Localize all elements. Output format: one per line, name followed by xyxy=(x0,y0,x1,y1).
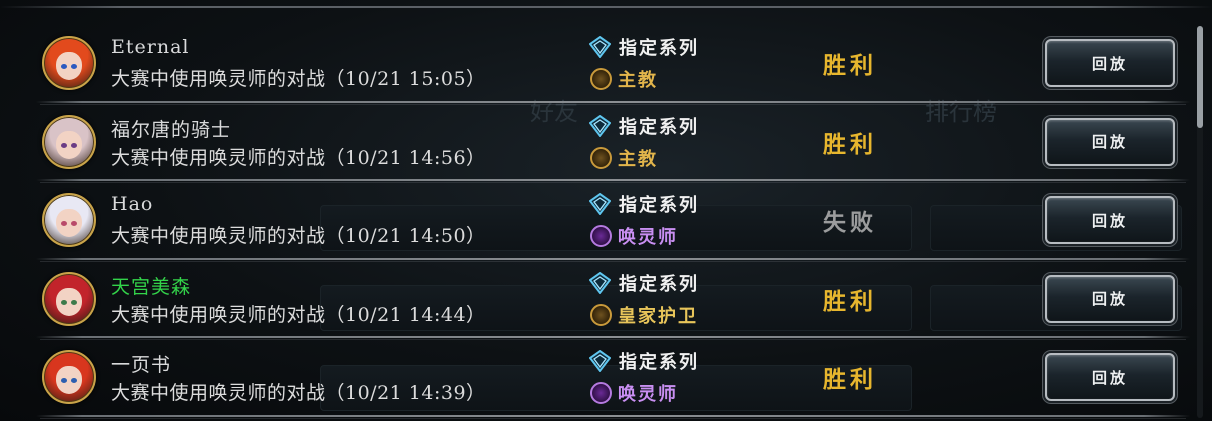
match-row: Hao 大赛中使用唤灵师的对战（10/21 14:50） 指定系列 唤灵师 失败… xyxy=(0,181,1190,262)
match-row: Eternal 大赛中使用唤灵师的对战（10/21 15:05） 指定系列 主教… xyxy=(0,24,1190,105)
royal-guard-icon xyxy=(590,303,612,326)
match-description: 大赛中使用唤灵师的对战（10/21 14:44） xyxy=(111,303,486,326)
replay-button[interactable]: 回放 xyxy=(1045,196,1175,244)
player-avatar[interactable] xyxy=(42,271,96,326)
replay-button[interactable]: 回放 xyxy=(1045,117,1175,166)
player-name: 一页书 xyxy=(111,354,172,376)
match-row: 福尔唐的骑士 大赛中使用唤灵师的对战（10/21 14:56） 指定系列 主教 … xyxy=(0,103,1190,183)
scrollbar[interactable] xyxy=(1197,26,1203,418)
match-description: 大赛中使用唤灵师的对战（10/21 14:39） xyxy=(111,382,486,404)
class-label: 主教 xyxy=(618,148,658,170)
player-name: Eternal xyxy=(111,36,190,58)
player-name: 天宫美森 xyxy=(111,275,192,298)
player-name: 福尔唐的骑士 xyxy=(111,118,232,141)
scrollbar-thumb[interactable] xyxy=(1197,26,1203,128)
summoner-icon xyxy=(590,382,612,404)
avatar-eye xyxy=(61,221,67,226)
class-indicator: 主教 xyxy=(590,145,658,171)
match-result: 失败 xyxy=(823,209,877,236)
replay-button[interactable]: 回放 xyxy=(1045,274,1175,323)
player-name: Hao xyxy=(111,193,154,215)
diamond-shield-icon xyxy=(589,36,611,58)
mode-label: 指定系列 xyxy=(619,195,699,216)
player-avatar[interactable] xyxy=(42,36,96,90)
player-avatar[interactable] xyxy=(42,114,96,169)
summoner-icon xyxy=(590,225,612,247)
avatar-eye xyxy=(61,378,67,383)
match-mode: 指定系列 xyxy=(589,113,699,139)
avatar-eye xyxy=(61,142,67,148)
match-mode: 指定系列 xyxy=(589,191,699,217)
row-divider xyxy=(36,414,1190,419)
diamond-shield-icon xyxy=(589,271,611,294)
avatar-face xyxy=(56,209,82,237)
match-result: 胜利 xyxy=(823,366,877,393)
bishop-icon xyxy=(590,146,612,169)
match-result: 胜利 xyxy=(823,130,877,158)
class-indicator: 皇家护卫 xyxy=(590,302,698,328)
player-avatar[interactable] xyxy=(42,193,96,247)
diamond-shield-icon xyxy=(589,193,611,215)
class-label: 皇家护卫 xyxy=(618,305,698,327)
bishop-icon xyxy=(590,68,612,90)
mode-label: 指定系列 xyxy=(619,38,699,59)
match-mode: 指定系列 xyxy=(589,270,699,296)
avatar-eye xyxy=(61,64,67,69)
match-description: 大赛中使用唤灵师的对战（10/21 14:50） xyxy=(111,225,486,247)
avatar-eye xyxy=(71,221,77,226)
avatar-eye xyxy=(71,64,77,69)
replay-button[interactable]: 回放 xyxy=(1045,39,1175,87)
class-label: 唤灵师 xyxy=(618,384,678,405)
diamond-shield-icon xyxy=(589,350,611,372)
match-result: 胜利 xyxy=(823,52,877,79)
player-avatar[interactable] xyxy=(42,350,96,404)
avatar-face xyxy=(56,130,82,159)
replay-button[interactable]: 回放 xyxy=(1045,353,1175,401)
mode-label: 指定系列 xyxy=(619,273,699,295)
mode-label: 指定系列 xyxy=(619,116,699,138)
class-label: 主教 xyxy=(618,70,658,91)
match-mode: 指定系列 xyxy=(589,34,699,60)
avatar-face xyxy=(56,366,82,394)
avatar-eye xyxy=(71,378,77,383)
match-row: 天宫美森 大赛中使用唤灵师的对战（10/21 14:44） 指定系列 皇家护卫 … xyxy=(0,260,1190,340)
match-history-list: Eternal 大赛中使用唤灵师的对战（10/21 15:05） 指定系列 主教… xyxy=(0,24,1190,419)
avatar-face xyxy=(56,287,82,316)
diamond-shield-icon xyxy=(589,114,611,137)
class-indicator: 唤灵师 xyxy=(590,380,678,406)
top-frame-border xyxy=(0,6,1212,8)
class-indicator: 主教 xyxy=(590,66,658,92)
match-result: 胜利 xyxy=(823,287,877,315)
match-description: 大赛中使用唤灵师的对战（10/21 14:56） xyxy=(111,146,486,169)
avatar-eye xyxy=(71,299,77,305)
mode-label: 指定系列 xyxy=(619,352,699,373)
match-mode: 指定系列 xyxy=(589,348,699,374)
avatar-eye xyxy=(71,142,77,148)
avatar-eye xyxy=(61,299,67,305)
match-description: 大赛中使用唤灵师的对战（10/21 15:05） xyxy=(111,68,486,90)
avatar-face xyxy=(56,52,82,80)
class-label: 唤灵师 xyxy=(618,227,678,248)
class-indicator: 唤灵师 xyxy=(590,223,678,249)
match-row: 一页书 大赛中使用唤灵师的对战（10/21 14:39） 指定系列 唤灵师 胜利… xyxy=(0,338,1190,419)
